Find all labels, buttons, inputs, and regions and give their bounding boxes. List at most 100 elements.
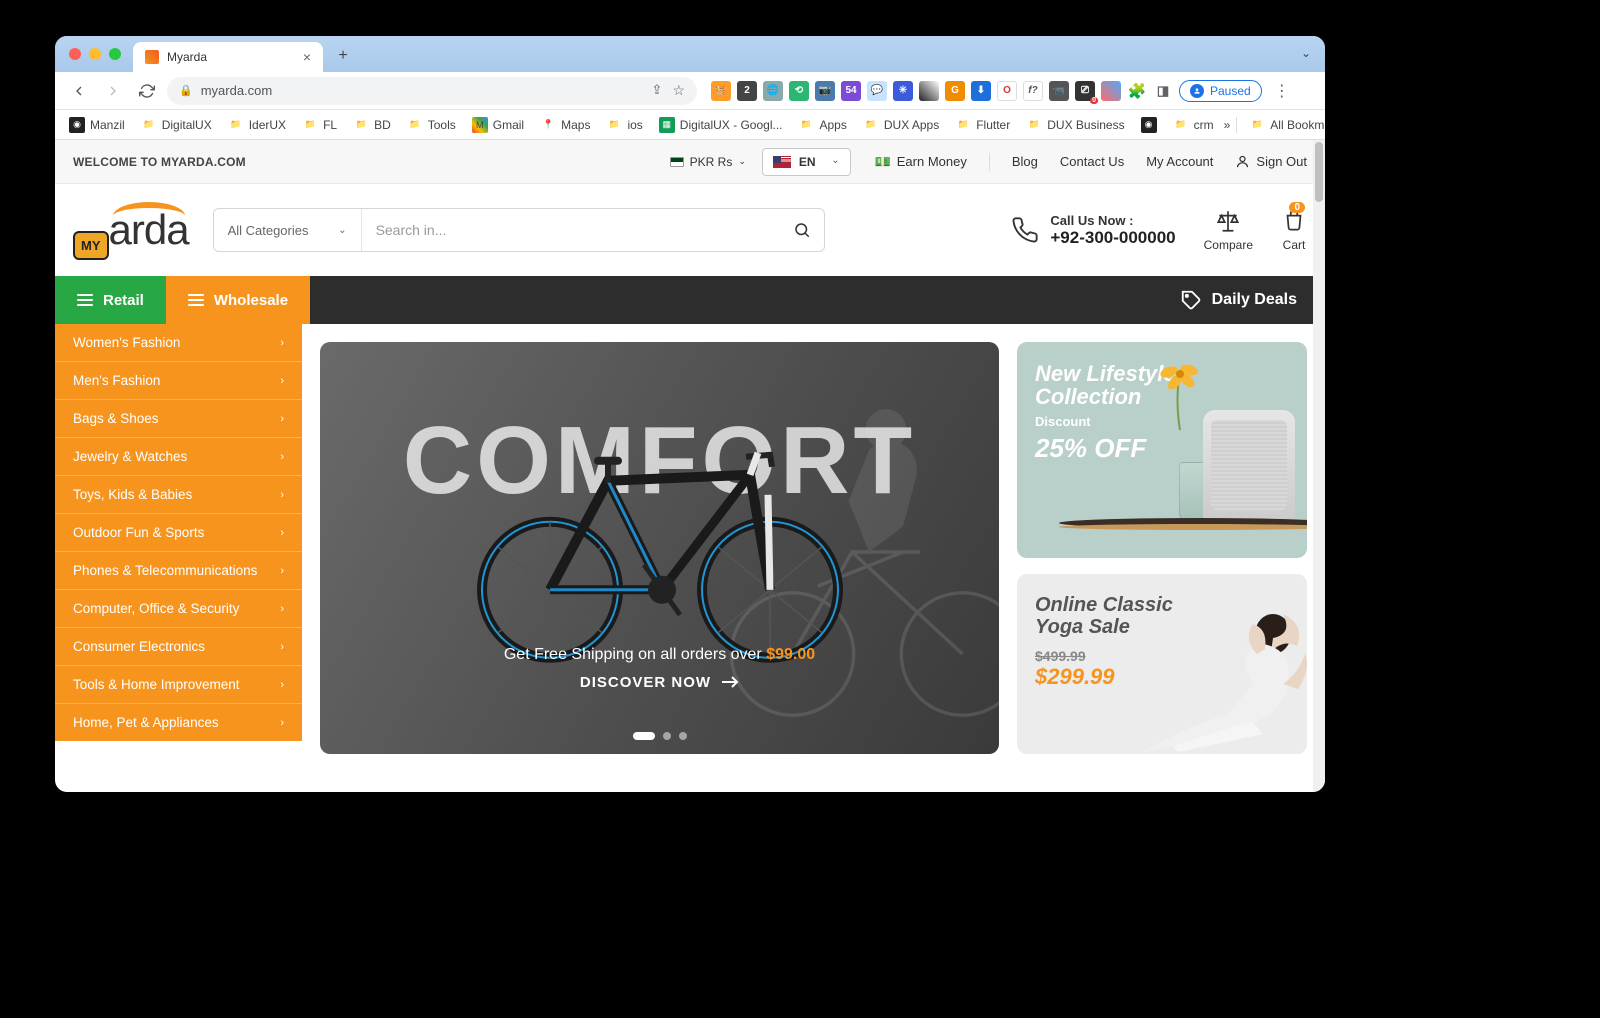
hero-product-image [450,405,870,665]
promo-banner-yoga[interactable]: Online ClassicYoga Sale $499.99 $299.99 [1017,574,1307,754]
bookmark-folder[interactable]: 📁crm [1167,114,1220,136]
hero-slider[interactable]: COMFORT [320,342,999,754]
window-controls [69,48,121,60]
extensions-puzzle-icon[interactable]: 🧩 [1127,81,1147,101]
bookmark-item[interactable]: ◉Manzil [63,114,131,136]
hero-cta-button[interactable]: DISCOVER NOW [580,674,739,691]
site-header: MY arda All Categories ⌄ Search in... Ca… [55,184,1325,276]
sidebar-item[interactable]: Outdoor Fun & Sports› [55,514,302,552]
sidebar-item[interactable]: Toys, Kids & Babies› [55,476,302,514]
bookmark-folder[interactable]: 📁DigitalUX [135,114,218,136]
search-input[interactable]: Search in... [362,209,780,251]
side-panel-icon[interactable]: ◨ [1153,81,1173,101]
sidebar-item[interactable]: Men's Fashion› [55,362,302,400]
flag-icon [773,156,791,168]
bookmark-folder[interactable]: 📁DUX Business [1020,114,1130,136]
sidebar-item[interactable]: Phones & Telecommunications› [55,552,302,590]
earn-money-link[interactable]: 💵 Earn Money [875,154,967,170]
maximize-window-button[interactable] [109,48,121,60]
close-window-button[interactable] [69,48,81,60]
retail-tab[interactable]: Retail [55,276,166,324]
daily-deals-link[interactable]: Daily Deals [1152,276,1325,324]
account-link[interactable]: My Account [1146,154,1213,169]
currency-selector[interactable]: PKR Rs ⌄ [670,155,746,169]
bookmark-folder[interactable]: 📁FL [296,114,343,136]
cart-link[interactable]: 0 Cart [1281,208,1307,252]
url-bar[interactable]: 🔒 myarda.com ⇪ ☆ [167,77,697,105]
browser-menu-button[interactable]: ⋮ [1268,81,1296,101]
bookmark-folder[interactable]: 📁Tools [401,114,462,136]
tabs-dropdown-button[interactable]: ⌄ [1301,46,1311,60]
extension-icon[interactable]: 54 [841,81,861,101]
contact-link[interactable]: Contact Us [1060,154,1124,169]
extension-icon[interactable]: ✳ [893,81,913,101]
bookmark-folder[interactable]: 📁IderUX [222,114,292,136]
slider-dot[interactable] [663,732,671,740]
url-actions: ⇪ ☆ [652,82,685,99]
extension-icon[interactable]: G [945,81,965,101]
bookmark-star-icon[interactable]: ☆ [672,82,685,99]
bookmark-item[interactable]: ◉ [1135,114,1163,136]
language-selector[interactable]: EN ⌄ [762,148,851,176]
slider-dot[interactable] [679,732,687,740]
page-content: WELCOME TO MYARDA.COM PKR Rs ⌄ EN ⌄ 💵 Ea… [55,140,1325,792]
share-icon[interactable]: ⇪ [652,82,663,99]
sidebar-item[interactable]: Computer, Office & Security› [55,590,302,628]
bookmark-folder[interactable]: 📁DUX Apps [857,114,945,136]
reload-button[interactable] [133,77,161,105]
bookmark-folder[interactable]: 📁ios [600,114,648,136]
bookmark-folder[interactable]: 📁Apps [793,114,853,136]
extension-icon[interactable]: ⟲ [789,81,809,101]
bookmark-item[interactable]: 📍Maps [534,114,596,136]
extension-icon[interactable] [919,81,939,101]
minimize-window-button[interactable] [89,48,101,60]
compare-link[interactable]: Compare [1204,208,1253,252]
extension-icon[interactable] [1101,81,1121,101]
category-selector[interactable]: All Categories ⌄ [214,209,362,251]
sidebar-item[interactable]: Tools & Home Improvement› [55,666,302,704]
extension-icon[interactable]: ⬇ [971,81,991,101]
extension-icon[interactable]: 2 [737,81,757,101]
close-tab-button[interactable]: × [303,49,311,65]
scrollbar[interactable] [1313,140,1325,792]
sign-out-link[interactable]: Sign Out [1235,154,1307,169]
sidebar-item[interactable]: Home, Pet & Appliances› [55,704,302,741]
new-tab-button[interactable]: + [329,42,357,70]
blog-link[interactable]: Blog [1012,154,1038,169]
all-bookmarks-button[interactable]: 📁All Bookmarks [1243,114,1325,136]
back-button[interactable] [65,77,93,105]
extension-icon[interactable]: 💬 [867,81,887,101]
yoga-image [1133,594,1307,754]
bookmarks-overflow-button[interactable]: » [1224,118,1231,132]
browser-tab[interactable]: Myarda × [133,42,323,72]
sidebar-item[interactable]: Bags & Shoes› [55,400,302,438]
search-button[interactable] [780,209,824,251]
bookmark-folder[interactable]: 📁Flutter [949,114,1016,136]
sidebar-item[interactable]: Consumer Electronics› [55,628,302,666]
call-us-block[interactable]: Call Us Now : +92-300-000000 [1010,213,1175,248]
sidebar-item[interactable]: Women's Fashion› [55,324,302,362]
profile-paused-button[interactable]: Paused [1179,80,1262,102]
forward-button[interactable] [99,77,127,105]
site-topbar: WELCOME TO MYARDA.COM PKR Rs ⌄ EN ⌄ 💵 Ea… [55,140,1325,184]
bookmarks-bar: ◉Manzil 📁DigitalUX 📁IderUX 📁FL 📁BD 📁Tool… [55,110,1325,140]
extension-icon[interactable]: ⎚0 [1075,81,1095,101]
paused-label: Paused [1210,84,1251,98]
slider-dot[interactable] [633,732,655,740]
bookmark-item[interactable]: MGmail [466,114,530,136]
extension-icon[interactable]: O [997,81,1017,101]
extension-icon[interactable]: 📹 [1049,81,1069,101]
extension-icon[interactable]: 🧺 [711,81,731,101]
slider-dots[interactable] [633,732,687,740]
chevron-down-icon: ⌄ [831,155,839,166]
bookmark-folder[interactable]: 📁BD [347,114,397,136]
extension-icon[interactable]: f? [1023,81,1043,101]
bookmark-item[interactable]: ▦DigitalUX - Googl... [653,114,789,136]
promo-banner-lifestyle[interactable]: New LifestyleCollection Discount 25% OFF [1017,342,1307,558]
site-logo[interactable]: MY arda [73,206,189,255]
extension-icon[interactable]: 🌐 [763,81,783,101]
wholesale-tab[interactable]: Wholesale [166,276,310,324]
extension-icon[interactable]: 📷 [815,81,835,101]
sidebar-item[interactable]: Jewelry & Watches› [55,438,302,476]
category-sidebar: Women's Fashion› Men's Fashion› Bags & S… [55,324,302,741]
